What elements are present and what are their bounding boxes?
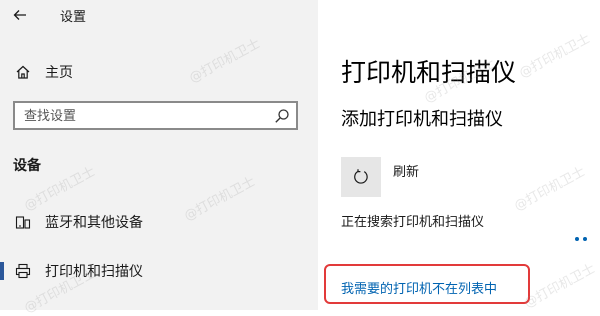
refresh-label[interactable]: 刷新	[393, 161, 419, 180]
back-button[interactable]	[9, 4, 31, 26]
searching-status: 正在搜索打印机和扫描仪	[341, 215, 485, 230]
sidebar-item-label: 打印机和扫描仪	[45, 264, 143, 280]
devices-icon	[14, 213, 32, 231]
sidebar-item-bluetooth-devices[interactable]: 蓝牙和其他设备	[0, 202, 318, 242]
printer-icon	[14, 262, 32, 280]
section-heading-devices: 设备	[13, 158, 41, 174]
sidebar: 设置 主页 设备 蓝牙和其他设备	[0, 0, 318, 310]
printer-not-listed-link[interactable]: 我需要的打印机不在列表中	[341, 278, 497, 297]
search-box[interactable]	[13, 101, 298, 130]
app-title: 设置	[60, 10, 87, 25]
search-input[interactable]	[24, 107, 264, 125]
sidebar-item-label: 蓝牙和其他设备	[45, 215, 143, 231]
arrow-left-icon	[13, 10, 26, 20]
sidebar-item-label: 主页	[45, 65, 73, 81]
refresh-icon	[354, 169, 368, 184]
page-title: 打印机和扫描仪	[341, 58, 517, 87]
sidebar-item-home[interactable]: 主页	[0, 52, 318, 92]
home-icon	[14, 63, 32, 81]
search-icon[interactable]	[274, 108, 290, 124]
progress-dots-icon	[575, 237, 589, 243]
section-subtitle: 添加打印机和扫描仪	[341, 109, 503, 130]
refresh-button[interactable]	[341, 157, 381, 197]
sidebar-item-printers-scanners[interactable]: 打印机和扫描仪	[0, 251, 318, 291]
